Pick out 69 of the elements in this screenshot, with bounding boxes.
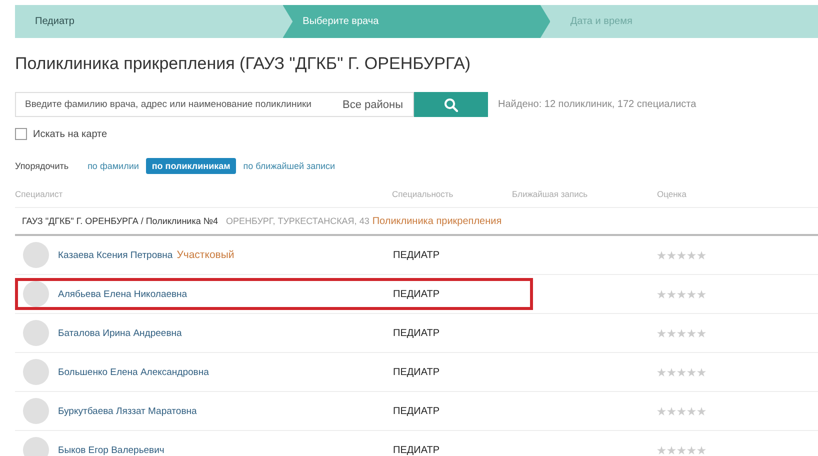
clinic-name: ГАУЗ "ДГКБ" Г. ОРЕНБУРГА / Поликлиника №4 bbox=[22, 216, 218, 226]
star-icon[interactable] bbox=[687, 328, 696, 338]
star-icon[interactable] bbox=[657, 368, 666, 376]
star-icon[interactable] bbox=[667, 406, 676, 416]
star-icon[interactable] bbox=[697, 328, 706, 338]
doctor-tag: Участковый bbox=[176, 249, 234, 261]
sort-label: Упорядочить bbox=[15, 161, 69, 171]
avatar-icon bbox=[23, 359, 49, 385]
star-icon[interactable] bbox=[657, 446, 666, 454]
specialty: ПЕДИАТР bbox=[393, 250, 440, 260]
checkbox[interactable] bbox=[15, 128, 27, 140]
doctor-name[interactable]: Казаева Ксения Петровна bbox=[58, 250, 173, 260]
specialty: ПЕДИАТР bbox=[393, 406, 440, 416]
star-icon[interactable] bbox=[687, 446, 696, 454]
column-header: Оценка bbox=[657, 189, 686, 201]
doctor-name[interactable]: Баталова Ирина Андреевна bbox=[58, 328, 182, 338]
star-icon[interactable] bbox=[687, 368, 696, 376]
search-button[interactable] bbox=[414, 92, 488, 117]
star-icon[interactable] bbox=[677, 250, 686, 260]
search-field[interactable]: Введите фамилию врача, адрес или наименование поликлиники Все районы bbox=[15, 92, 414, 117]
star-icon[interactable] bbox=[667, 328, 676, 338]
doctor-name[interactable]: Буркутбаева Ляззат Маратовна bbox=[58, 406, 197, 416]
star-icon[interactable] bbox=[677, 368, 686, 376]
star-icon[interactable] bbox=[697, 406, 706, 416]
checkbox-label: Искать на карте bbox=[33, 128, 108, 140]
specialty: ПЕДИАТР bbox=[393, 288, 440, 300]
doctor-name[interactable]: Алябьева Елена Николаевна bbox=[58, 288, 188, 300]
avatar-icon bbox=[23, 242, 49, 268]
star-icon[interactable] bbox=[687, 290, 696, 298]
sort-option[interactable]: по фамилии bbox=[82, 158, 145, 174]
column-header: Специальность bbox=[392, 189, 454, 201]
star-icon[interactable] bbox=[697, 368, 706, 376]
avatar-icon bbox=[23, 281, 49, 307]
star-icon[interactable] bbox=[657, 290, 666, 298]
specialty: ПЕДИАТР bbox=[393, 444, 440, 456]
star-icon[interactable] bbox=[667, 368, 676, 376]
column-header: Ближайшая запись bbox=[512, 189, 589, 201]
star-icon[interactable] bbox=[667, 250, 676, 260]
avatar-icon bbox=[23, 320, 49, 346]
results-count: Найдено: 12 поликлиник, 172 специалиста bbox=[498, 99, 696, 110]
doctor-name[interactable]: Большенко Елена Александровна bbox=[58, 366, 209, 378]
star-icon[interactable] bbox=[697, 290, 706, 298]
specialty: ПЕДИАТР bbox=[393, 328, 440, 338]
clinic-tag: Поликлиника прикрепления bbox=[372, 216, 502, 226]
star-icon[interactable] bbox=[687, 406, 696, 416]
star-icon[interactable] bbox=[677, 328, 686, 338]
step-tab[interactable]: Педиатр bbox=[15, 5, 283, 38]
sort-option[interactable]: по ближайшей записи bbox=[237, 158, 342, 174]
star-icon[interactable] bbox=[657, 328, 666, 338]
star-icon[interactable] bbox=[677, 290, 686, 298]
avatar-icon bbox=[23, 398, 49, 424]
column-header: Специалист bbox=[15, 189, 64, 201]
star-icon[interactable] bbox=[657, 406, 666, 416]
star-icon[interactable] bbox=[697, 446, 706, 454]
star-icon[interactable] bbox=[677, 446, 686, 454]
specialty: ПЕДИАТР bbox=[393, 366, 440, 378]
avatar-icon bbox=[23, 437, 49, 456]
doctor-name[interactable]: Быков Егор Валерьевич bbox=[58, 444, 164, 456]
star-icon[interactable] bbox=[697, 250, 706, 260]
star-icon[interactable] bbox=[657, 250, 666, 260]
star-icon[interactable] bbox=[667, 290, 676, 298]
search-icon bbox=[444, 98, 458, 112]
district-select[interactable]: Все районы bbox=[342, 98, 413, 110]
star-icon[interactable] bbox=[687, 250, 696, 260]
page-title: Поликлиника прикрепления (ГАУЗ "ДГКБ" Г. ОРЕНБУРГА) bbox=[15, 54, 472, 74]
star-icon[interactable] bbox=[667, 446, 676, 454]
sort-option[interactable]: по поликлиникам bbox=[146, 158, 236, 174]
clinic-address: ОРЕНБУРГ, ТУРКЕСТАНСКАЯ, 43 bbox=[226, 216, 370, 226]
star-icon[interactable] bbox=[677, 406, 686, 416]
